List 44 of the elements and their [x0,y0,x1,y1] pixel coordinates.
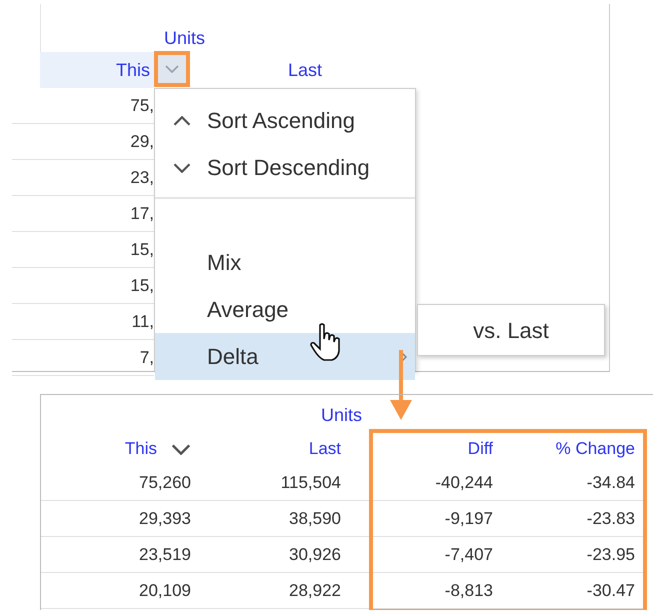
table-cell-text: -8,813 [444,580,493,602]
chevron-icon [173,116,191,126]
table-cell-text: 29, [130,130,154,153]
menu-item[interactable]: Delta [155,333,415,380]
table-cell-text: 28,922 [289,580,341,602]
table-cell-text: 11, [132,310,154,333]
table-cell-text: 7, [140,346,154,369]
table-cell-text: -7,407 [444,544,493,566]
table-cell-text: -23.95 [586,544,635,566]
column-header[interactable]: Last [308,436,341,462]
menu-item[interactable]: Average [155,286,415,333]
table-cell-text: 20,109 [139,580,191,602]
table-cell-text: 15, [130,238,154,261]
menu-item[interactable]: Mix [155,239,415,286]
dropdown-button[interactable] [154,50,190,86]
table-cell-text: 38,590 [289,508,341,530]
table-cell-text: 23, [130,166,154,189]
table-cell-text: -34.84 [586,472,635,494]
group-header: Units [164,27,206,50]
table-cell-text: 30,926 [289,544,341,566]
column-header[interactable]: % Change [556,436,635,462]
table-cell-text: 75, [130,94,154,117]
table-cell-text: 115,504 [280,472,341,494]
table-cell-text: 29,393 [139,508,191,530]
menu-item[interactable]: Sort Ascending [155,97,415,144]
arrow-icon [390,350,412,422]
column-header[interactable]: This [124,436,157,462]
menu-item[interactable]: Sort Descending [155,144,415,191]
table-cell-text: -40,244 [435,472,493,494]
column-header[interactable]: Diff [468,436,493,462]
chevron-icon [165,64,179,72]
group-header: Units [321,404,362,427]
column-header[interactable]: This [40,52,154,88]
chevron-icon [173,162,191,172]
table-cell-text: 23,519 [139,544,191,566]
table-cell-text: -30.47 [586,580,635,602]
chevron-icon [171,444,191,454]
table-cell-text: -9,197 [444,508,493,530]
menu-item[interactable]: vs. Last [473,314,549,346]
table-cell-text: 17, [130,202,154,225]
table-cell-text: -23.83 [586,508,635,530]
table-cell-text: 75,260 [139,472,191,494]
column-header[interactable]: Last [288,56,322,84]
table-cell-text: 15, [130,274,154,297]
